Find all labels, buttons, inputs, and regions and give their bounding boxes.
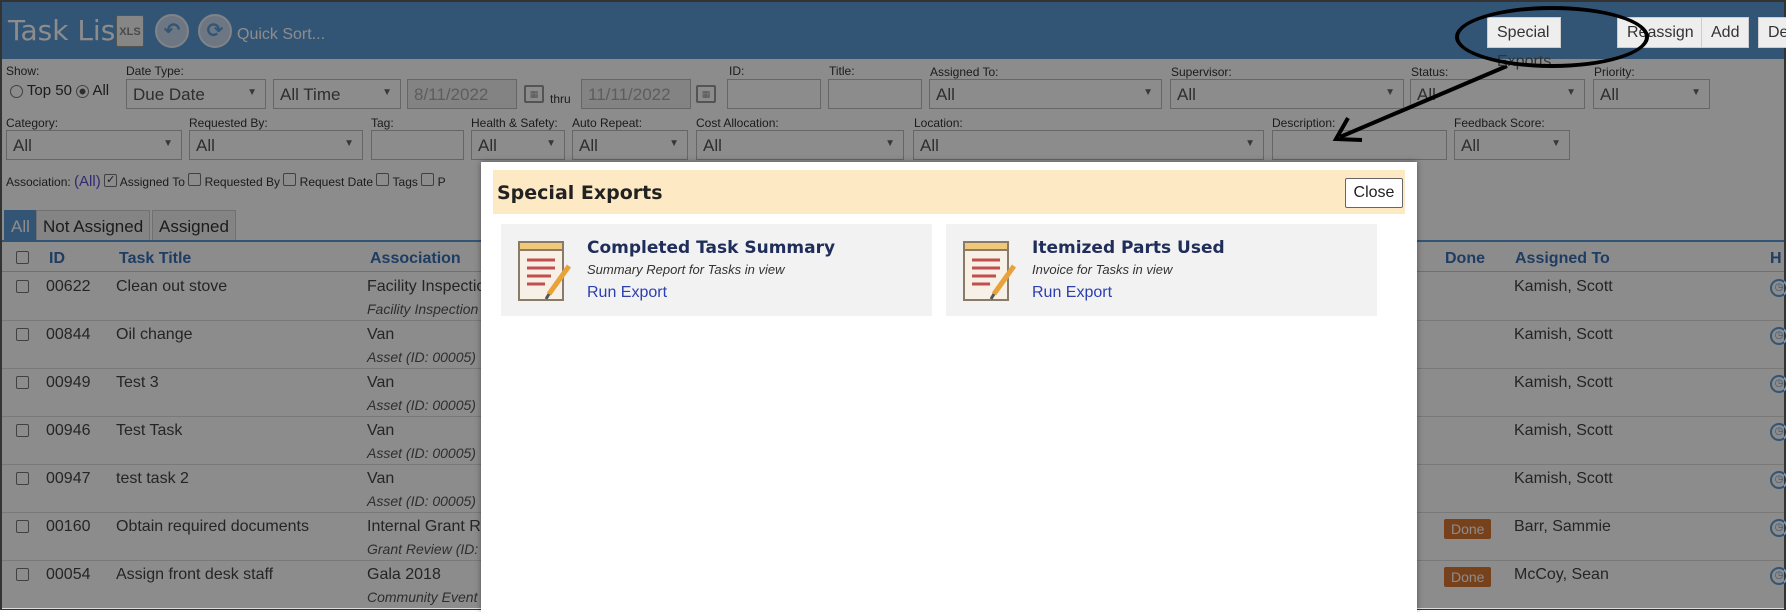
export-card-itemized-parts-used: Itemized Parts Used Invoice for Tasks in…: [946, 224, 1377, 316]
card-title: Itemized Parts Used: [1032, 238, 1225, 258]
close-button[interactable]: Close: [1345, 178, 1403, 208]
modal-header: Special Exports Close: [493, 170, 1405, 214]
report-document-icon: [963, 241, 1017, 301]
export-card-completed-task-summary: Completed Task Summary Summary Report fo…: [501, 224, 932, 316]
card-subtitle: Summary Report for Tasks in view: [587, 262, 785, 277]
special-exports-modal: Special Exports Close Completed Task Sum…: [481, 162, 1417, 612]
add-button[interactable]: Add: [1701, 17, 1750, 48]
delete-button[interactable]: De: [1758, 17, 1786, 48]
modal-title: Special Exports: [497, 182, 663, 204]
run-export-link[interactable]: Run Export: [587, 284, 667, 302]
run-export-link[interactable]: Run Export: [1032, 284, 1112, 302]
callout-ellipse: [1455, 6, 1649, 68]
card-subtitle: Invoice for Tasks in view: [1032, 262, 1173, 277]
card-title: Completed Task Summary: [587, 238, 836, 258]
report-document-icon: [518, 241, 572, 301]
